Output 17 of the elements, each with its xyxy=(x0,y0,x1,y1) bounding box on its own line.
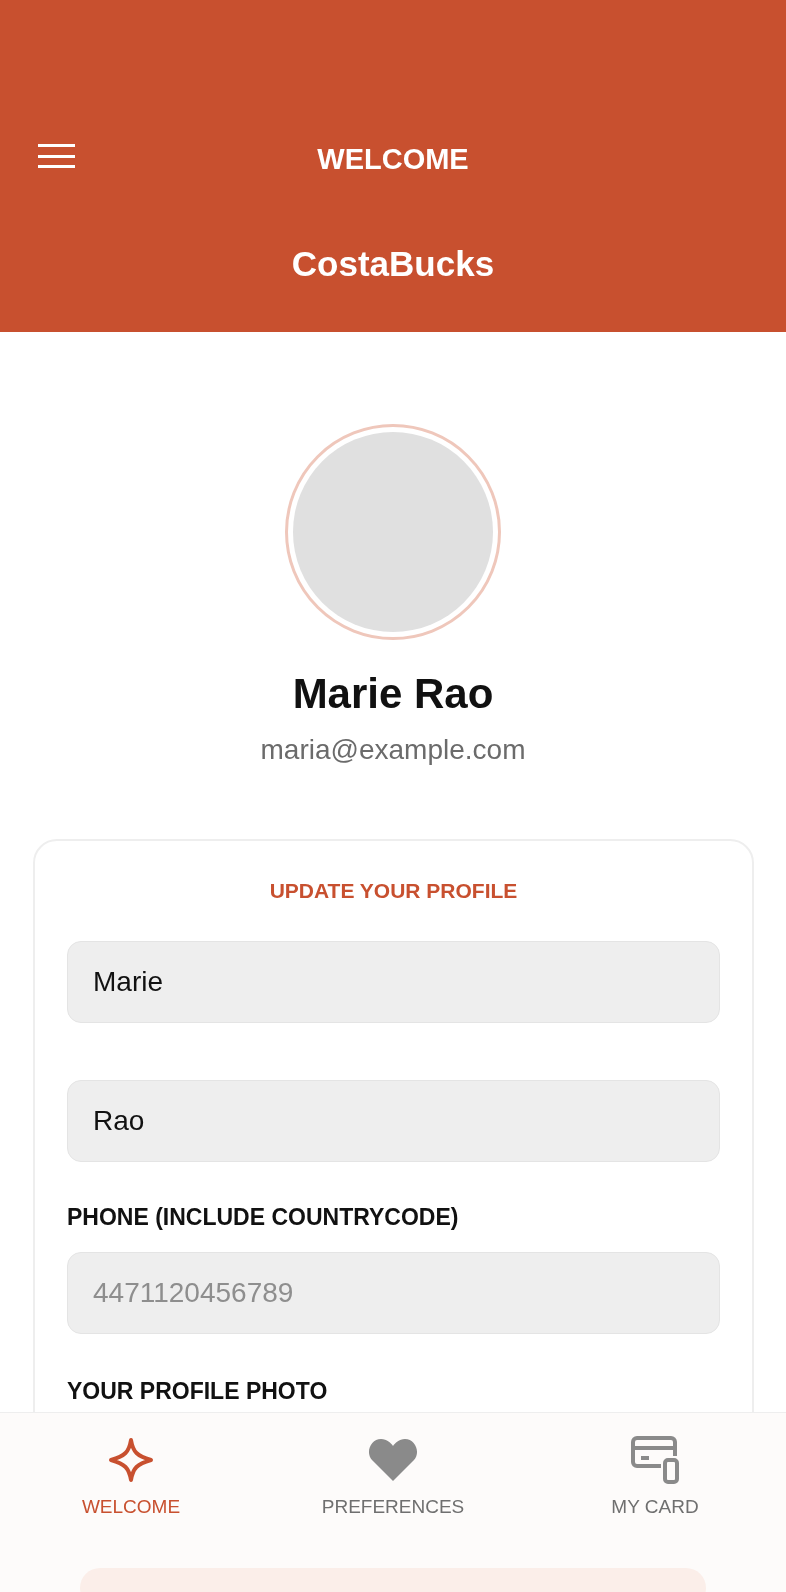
nav-tab[interactable]: WELCOME xyxy=(0,1413,262,1522)
input-field[interactable]: Rao xyxy=(67,1079,720,1162)
nav-tab[interactable]: MY CARD xyxy=(524,1413,786,1522)
input-field[interactable]: Marie xyxy=(67,940,720,1023)
sparkle-icon xyxy=(108,1437,154,1483)
input-field[interactable]: 4471120456789 xyxy=(67,1252,720,1334)
form-title: UPDATE YOUR PROFILE xyxy=(268,878,519,904)
field-label: YOUR PROFILE PHOTO xyxy=(67,1377,329,1406)
profile-name: Marie Rao xyxy=(292,669,494,719)
heart-icon xyxy=(368,1438,418,1482)
profile-email: maria@example.com xyxy=(260,733,526,767)
field-label: PHONE (INCLUDE COUNTRYCODE) xyxy=(67,1202,460,1232)
nav-tab[interactable]: PREFERENCES xyxy=(262,1413,524,1522)
brand-title: CostaBucks xyxy=(290,243,496,285)
card-icon xyxy=(631,1436,679,1484)
page-title: WELCOME xyxy=(316,142,470,177)
menu-icon[interactable] xyxy=(38,144,75,168)
